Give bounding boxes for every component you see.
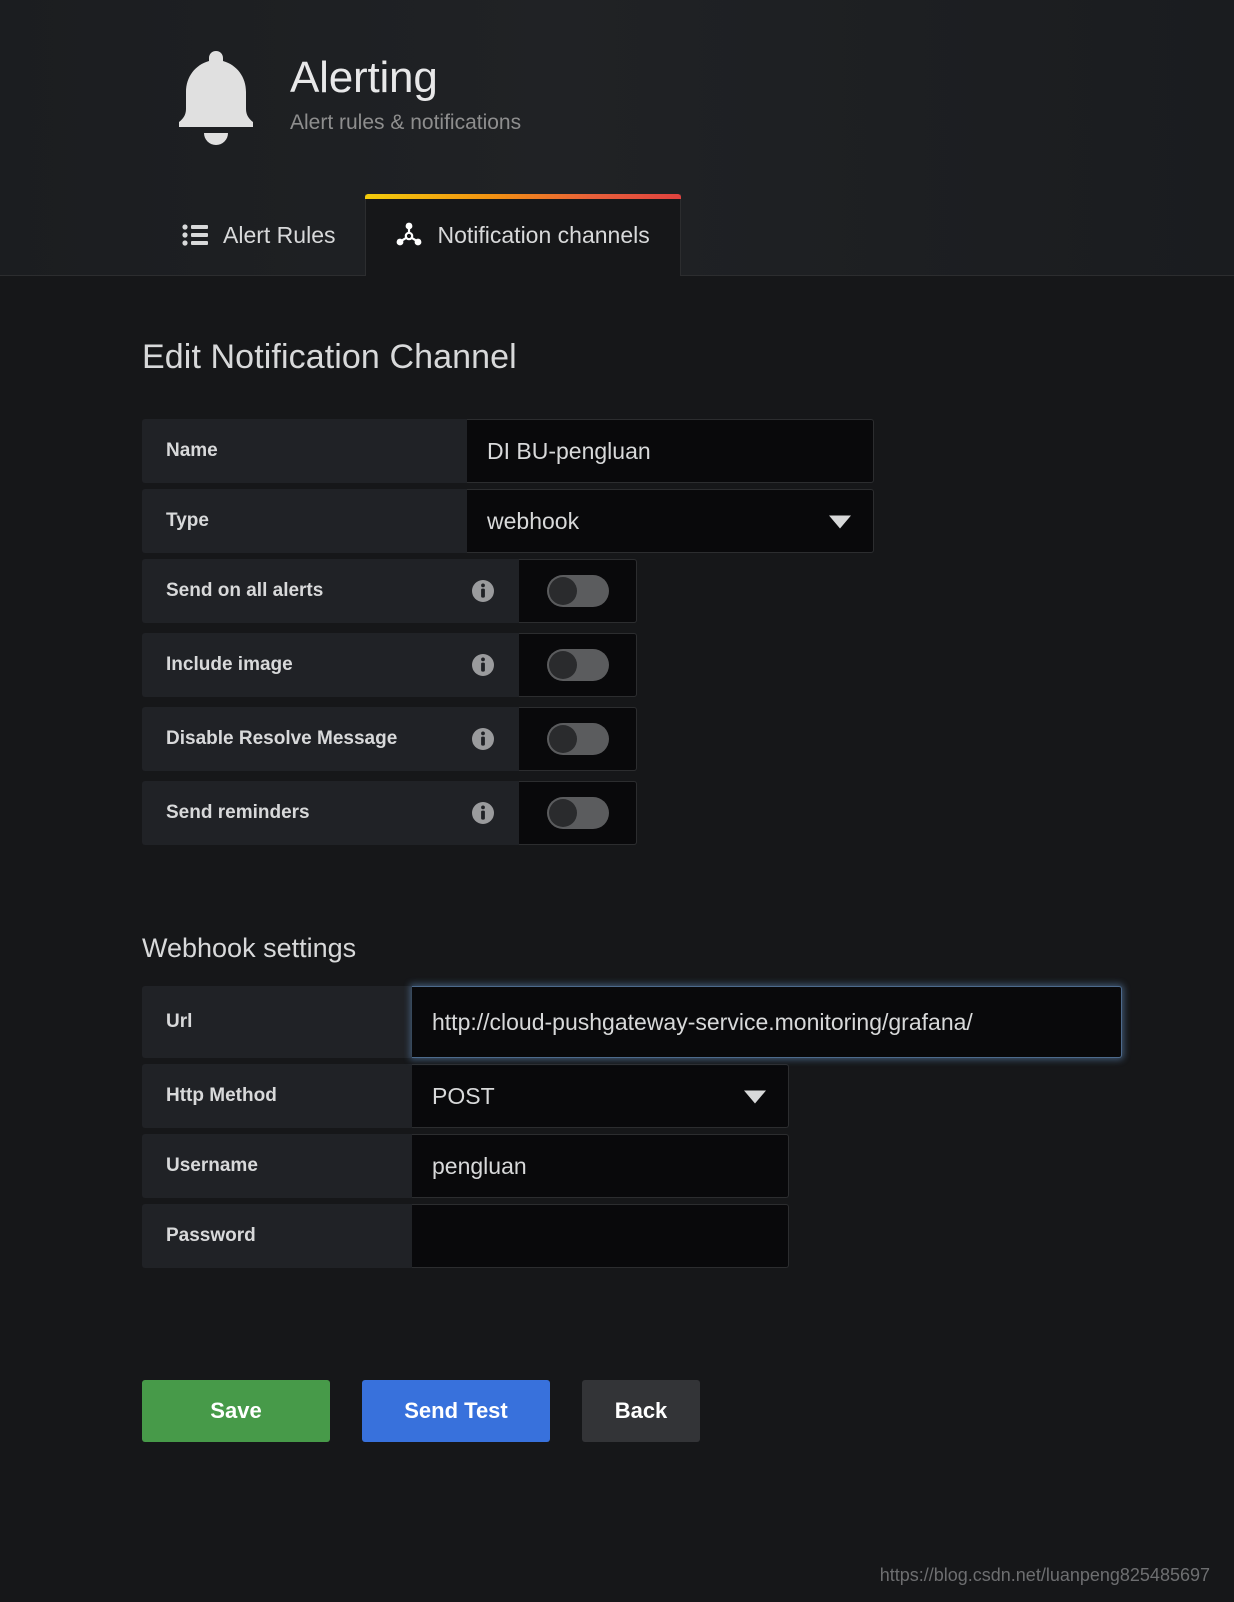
send-on-all-alerts-label: Send on all alerts [142,559,519,623]
form-row-name: Name DI BU-pengluan [142,419,1234,483]
header-text-block: Alerting Alert rules & notifications [290,55,521,135]
send-reminders-toggle-cell [519,781,637,845]
webhook-settings-heading: Webhook settings [142,933,1234,964]
username-input[interactable]: pengluan [412,1134,789,1198]
form-row-disable-resolve-message: Disable Resolve Message [142,707,1234,771]
http-method-select-value: POST [432,1083,495,1110]
type-label: Type [142,489,467,553]
form-row-url: Url http://cloud-pushgateway-service.mon… [142,986,1234,1058]
send-test-button[interactable]: Send Test [362,1380,550,1442]
bell-icon [170,41,262,149]
form-row-include-image: Include image [142,633,1234,697]
share-nodes-icon [396,222,422,248]
url-label: Url [142,986,412,1058]
include-image-label: Include image [142,633,519,697]
page-subtitle: Alert rules & notifications [290,111,521,135]
form-row-password: Password [142,1204,1234,1268]
send-reminders-label-text: Send reminders [166,802,310,824]
username-label: Username [142,1134,412,1198]
toggle-knob [549,577,577,605]
send-on-all-alerts-toggle[interactable] [547,575,609,607]
url-input[interactable]: http://cloud-pushgateway-service.monitor… [412,986,1122,1058]
toggle-knob [549,651,577,679]
info-icon[interactable] [453,727,495,751]
http-method-select[interactable]: POST [412,1064,789,1128]
content-area: Edit Notification Channel Name DI BU-pen… [0,276,1234,1442]
include-image-toggle[interactable] [547,649,609,681]
name-label: Name [142,419,467,483]
form-row-http-method: Http Method POST [142,1064,1234,1128]
toggle-knob [549,725,577,753]
disable-resolve-message-label-text: Disable Resolve Message [166,728,397,750]
chevron-down-icon [829,508,851,535]
form-actions: Save Send Test Back [142,1380,1234,1442]
type-select-value: webhook [487,508,579,535]
webhook-settings-form: Url http://cloud-pushgateway-service.mon… [142,986,1234,1268]
form-row-type: Type webhook [142,489,1234,553]
tab-notification-channels-label: Notification channels [437,222,649,249]
tab-alert-rules[interactable]: Alert Rules [152,194,365,276]
list-icon [182,224,208,246]
send-on-all-alerts-toggle-cell [519,559,637,623]
name-input[interactable]: DI BU-pengluan [467,419,874,483]
form-row-send-reminders: Send reminders [142,781,1234,845]
edit-channel-heading: Edit Notification Channel [142,338,1234,377]
page-header: Alerting Alert rules & notifications [0,0,1234,190]
http-method-label: Http Method [142,1064,412,1128]
password-label: Password [142,1204,412,1268]
info-icon[interactable] [453,653,495,677]
info-icon[interactable] [453,579,495,603]
send-reminders-toggle[interactable] [547,797,609,829]
chevron-down-icon [744,1083,766,1110]
tab-bar: Alert Rules Notification channels [0,190,1234,276]
include-image-label-text: Include image [166,654,293,676]
password-input[interactable] [412,1204,789,1268]
disable-resolve-message-toggle-cell [519,707,637,771]
back-button[interactable]: Back [582,1380,700,1442]
send-reminders-label: Send reminders [142,781,519,845]
form-row-send-on-all-alerts: Send on all alerts [142,559,1234,623]
disable-resolve-message-toggle[interactable] [547,723,609,755]
watermark: https://blog.csdn.net/luanpeng825485697 [880,1565,1210,1586]
disable-resolve-message-label: Disable Resolve Message [142,707,519,771]
info-icon[interactable] [453,801,495,825]
toggle-knob [549,799,577,827]
form-row-username: Username pengluan [142,1134,1234,1198]
send-on-all-alerts-label-text: Send on all alerts [166,580,323,602]
save-button[interactable]: Save [142,1380,330,1442]
type-select[interactable]: webhook [467,489,874,553]
include-image-toggle-cell [519,633,637,697]
page-title: Alerting [290,55,521,101]
notification-channel-form: Name DI BU-pengluan Type webhook Send on… [142,419,1234,845]
tab-notification-channels[interactable]: Notification channels [365,194,680,276]
tab-alert-rules-label: Alert Rules [223,222,335,249]
